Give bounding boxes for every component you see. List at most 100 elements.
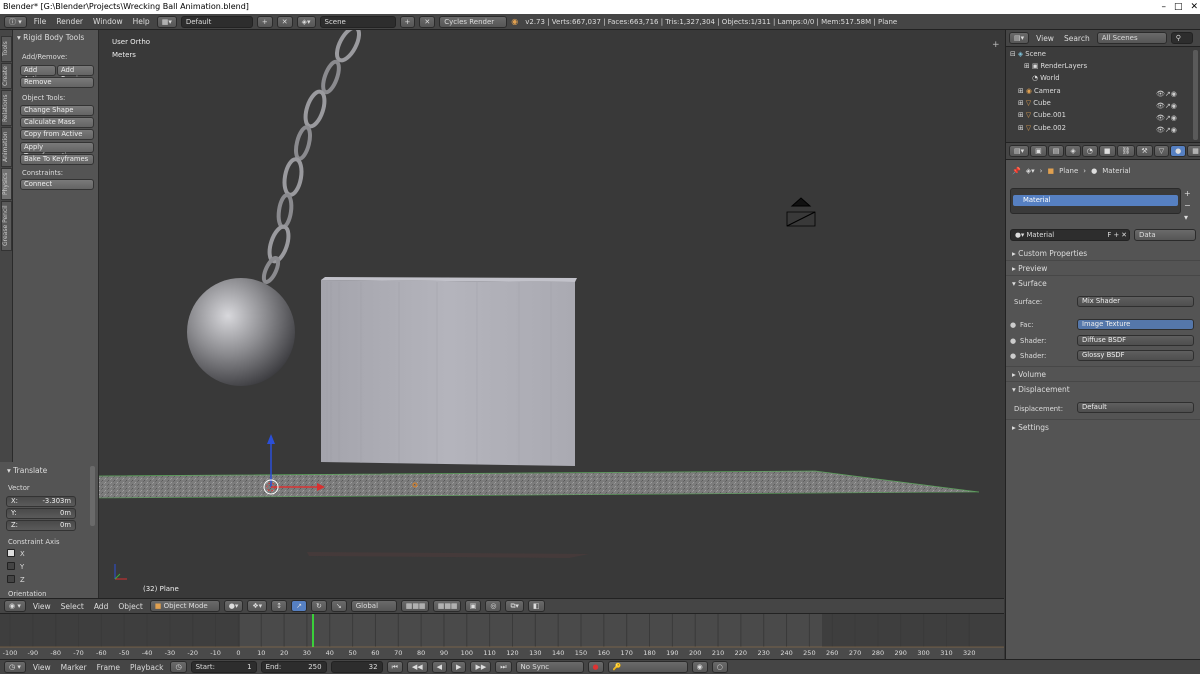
minimize-icon[interactable]: – (1161, 0, 1166, 14)
screen-layout-field[interactable]: Default (180, 15, 253, 28)
menu-add[interactable]: Add (91, 602, 112, 611)
change-shape-button[interactable]: Change Shape (20, 105, 94, 116)
apply-transformation-button[interactable]: Apply Transformation (20, 142, 94, 160)
menu-file[interactable]: File (31, 17, 50, 26)
settings-section[interactable]: ▸ Settings (1012, 423, 1049, 432)
tab-tools[interactable]: Tools (1, 36, 12, 62)
calculate-mass-button[interactable]: Calculate Mass (20, 117, 94, 128)
scene-tab-icon[interactable]: ◈ (1065, 145, 1081, 157)
material-slot-list[interactable]: Material (1010, 188, 1181, 214)
interaction-mode-dropdown[interactable]: ■ Object Mode (149, 600, 220, 612)
keying-set-field[interactable]: 🔑 (607, 661, 688, 673)
tab-animation[interactable]: Animation (1, 127, 12, 167)
copy-from-active-button[interactable]: Copy from Active (20, 129, 94, 140)
current-frame-field[interactable]: 32 (330, 661, 383, 673)
snap-icon[interactable]: ⧉▾ (505, 600, 524, 612)
next-keyframe-icon[interactable]: ▶▶ (470, 661, 492, 673)
rotate-manipulator-icon[interactable]: ↻ (310, 600, 327, 612)
pin-icon[interactable]: 📌 (1012, 167, 1021, 175)
play-icon[interactable]: ▶ (451, 661, 467, 673)
add-passive-button[interactable]: Add Passi (57, 65, 94, 83)
add-active-button[interactable]: Add Activ (20, 65, 56, 83)
material-slot-item[interactable]: Material (1013, 195, 1178, 206)
remove-button[interactable]: Remove (20, 77, 94, 88)
properties-toggle-plus-icon[interactable]: + (992, 40, 1002, 50)
menu-view[interactable]: View (30, 602, 54, 611)
close-icon[interactable]: ✕ (1190, 0, 1198, 14)
editor-type-3d-button[interactable]: ◉ ▾ (4, 600, 26, 612)
add-layout-icon[interactable]: + (256, 15, 273, 28)
maximize-icon[interactable]: □ (1174, 0, 1183, 14)
remove-layout-icon[interactable]: ✕ (276, 15, 293, 28)
layer-lock-icon[interactable]: ▣ (464, 600, 482, 612)
menu-select[interactable]: Select (58, 602, 87, 611)
outliner-display-mode-dropdown[interactable]: All Scenes (1096, 32, 1167, 44)
vector-x-field[interactable]: X: -3.303m (6, 496, 76, 507)
delete-keyframe-icon[interactable]: ○ (711, 661, 728, 673)
outliner-scrollbar[interactable] (1193, 50, 1198, 140)
manipulator-toggle[interactable]: ↕ (271, 600, 288, 612)
rigid-body-panel-title[interactable]: ▾ Rigid Body Tools (17, 33, 84, 42)
vector-z-field[interactable]: Z: 0m (6, 520, 76, 531)
shader2-field[interactable]: Glossy BSDF (1077, 350, 1194, 361)
axis-y-checkbox[interactable] (7, 562, 15, 570)
connect-button[interactable]: Connect (20, 179, 94, 190)
volume-section[interactable]: ▸ Volume (1012, 370, 1046, 379)
start-frame-field[interactable]: Start: 1 (190, 661, 257, 673)
preview-section[interactable]: ▸ Preview (1012, 264, 1047, 273)
material-tab-icon[interactable]: ● (1170, 145, 1187, 157)
outliner-menu-search[interactable]: Search (1061, 34, 1093, 43)
fac-field[interactable]: Image Texture (1077, 319, 1194, 330)
layers-grid-1[interactable]: ▦▦▦ (400, 600, 429, 612)
vector-y-field[interactable]: Y: 0m (6, 508, 76, 519)
fake-user-button[interactable]: F + ✕ (1107, 230, 1127, 240)
render-engine-dropdown[interactable]: Cycles Render (439, 15, 508, 28)
menu-render[interactable]: Render (53, 17, 86, 26)
editor-type-outliner-button[interactable]: ▤▾ (1009, 32, 1030, 44)
preview-range-icon[interactable]: ◷ (170, 661, 187, 673)
world-tab-icon[interactable]: ◔ (1081, 145, 1098, 157)
record-icon[interactable]: ● (587, 661, 604, 673)
insert-keyframe-icon[interactable]: ◉ (691, 661, 708, 673)
timeline-area[interactable]: -100 -90 -80 -70 -60 -50 -40 -30 -20 -10 0 10 20 30 40… (0, 613, 1004, 659)
scale-manipulator-icon[interactable]: ↘ (330, 600, 347, 612)
layers-grid-2[interactable]: ▦▦▦ (432, 600, 461, 612)
constraints-tab-icon[interactable]: ⛓ (1116, 145, 1136, 157)
scene-field[interactable]: Scene (319, 15, 396, 28)
tab-relations[interactable]: Relations (1, 90, 12, 126)
bake-to-keyframes-button[interactable]: Bake To Keyframes (20, 154, 94, 165)
render-tab-icon[interactable]: ▣ (1030, 145, 1047, 157)
tab-create[interactable]: Create (1, 63, 12, 89)
visibility-icons[interactable]: 👁↗◉ 👁↗◉ 👁↗◉ 👁↗◉ (1156, 88, 1177, 136)
translate-panel-title[interactable]: ▾ Translate (7, 466, 47, 475)
displacement-section[interactable]: ▾ Displacement (1012, 385, 1070, 394)
transform-orientation-dropdown[interactable]: Global (350, 600, 397, 612)
menu-object[interactable]: Object (115, 602, 145, 611)
displacement-field[interactable]: Default (1077, 402, 1194, 413)
modifiers-tab-icon[interactable]: ⚒ (1136, 145, 1153, 157)
menu-marker[interactable]: Marker (58, 663, 90, 672)
pivot-point-button[interactable]: ❖▾ (247, 600, 268, 612)
editor-type-timeline-button[interactable]: ◷ ▾ (4, 661, 26, 673)
outliner-menu-view[interactable]: View (1033, 34, 1057, 43)
editor-type-info-button[interactable]: ⓘ ▾ (4, 15, 27, 28)
surface-section[interactable]: ▾ Surface (1012, 279, 1047, 288)
axis-z-checkbox[interactable] (7, 575, 15, 583)
slot-buttons[interactable]: + − ▾ (1184, 188, 1191, 224)
object-tab-icon[interactable]: ■ (1098, 145, 1116, 157)
render-opengl-icon[interactable]: ◧ (527, 600, 545, 612)
outliner-row-scene[interactable]: ⊟ ◈ Scene (1006, 48, 1189, 60)
surface-shader-field[interactable]: Mix Shader (1077, 296, 1194, 307)
viewport-shading-button[interactable]: ●▾ (223, 600, 244, 612)
add-scene-icon[interactable]: + (399, 15, 416, 28)
jump-start-icon[interactable]: ⏮ (386, 661, 403, 673)
tab-physics[interactable]: Physics (1, 168, 12, 200)
outliner-row-world[interactable]: ◔ World (1006, 72, 1189, 84)
texture-tab-icon[interactable]: ▦ (1187, 145, 1200, 157)
menu-help[interactable]: Help (130, 17, 153, 26)
custom-properties-section[interactable]: ▸ Custom Properties (1012, 249, 1087, 258)
layout-icon-button[interactable]: ▦▾ (156, 15, 177, 28)
3d-viewport[interactable]: User Ortho Meters (32) Plane + (99, 30, 1004, 598)
end-frame-field[interactable]: End: 250 (260, 661, 327, 673)
render-layers-tab-icon[interactable]: ▤ (1047, 145, 1065, 157)
